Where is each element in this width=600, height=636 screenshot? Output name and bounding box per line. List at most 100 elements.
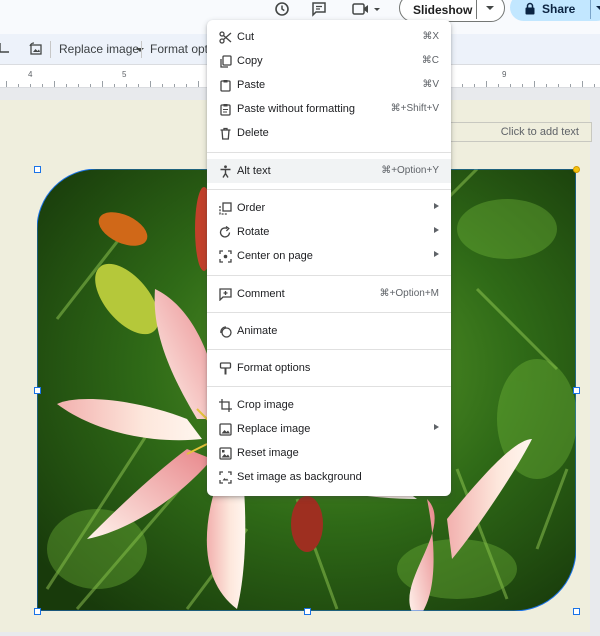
ruler-tick [474, 84, 475, 87]
ruler-tick [186, 84, 187, 87]
ruler-tick [498, 84, 499, 87]
menu-item-center-on-page[interactable]: Center on page [207, 244, 451, 268]
resize-handle-top-left[interactable] [34, 166, 41, 173]
ruler-tick [570, 84, 571, 87]
history-icon[interactable] [271, 0, 293, 18]
resize-handle-middle-right[interactable] [573, 387, 580, 394]
resize-handle-bottom-center[interactable] [304, 608, 311, 615]
ruler-tick [150, 81, 151, 87]
ruler-tick [558, 84, 559, 87]
menu-item-order[interactable]: Order [207, 196, 451, 220]
replace-image-button[interactable]: Replace image [59, 42, 139, 56]
menu-item-crop-image[interactable]: Crop image [207, 393, 451, 417]
menu-item-paste-without-formatting[interactable]: Paste without formatting ⌘+Shift+V [207, 97, 451, 121]
menu-item-shortcut: ⌘V [422, 79, 439, 90]
slideshow-button[interactable]: Slideshow [399, 0, 505, 22]
menu-item-set-image-as-background[interactable]: Set image as background [207, 465, 451, 489]
menu-item-label: Cut [237, 31, 255, 43]
menu-divider [207, 189, 451, 190]
ruler-tick [582, 81, 583, 87]
lock-icon [524, 2, 536, 18]
menu-item-delete[interactable]: Delete [207, 121, 451, 145]
crop-tool-icon[interactable] [0, 41, 10, 57]
resize-handle-bottom-left[interactable] [34, 608, 41, 615]
share-divider [590, 0, 591, 19]
clipboard-icon [218, 78, 232, 92]
ruler-tick [54, 81, 55, 87]
scissors-icon [218, 30, 232, 44]
ruler-tick [126, 84, 127, 87]
ruler-tick [138, 84, 139, 87]
menu-item-alt-text[interactable]: Alt text ⌘+Option+Y [207, 159, 451, 183]
submenu-arrow-icon [434, 203, 439, 209]
menu-item-replace-image[interactable]: Replace image [207, 417, 451, 441]
ruler-tick [102, 81, 103, 87]
menu-item-reset-image[interactable]: Reset image [207, 441, 451, 465]
background-image-icon [218, 470, 232, 484]
share-chevron-down-icon[interactable] [596, 6, 600, 10]
center-icon [218, 249, 232, 263]
ruler-tick [486, 81, 487, 87]
format-options-button[interactable]: Format opti [150, 42, 211, 56]
ruler-tick [462, 84, 463, 87]
menu-item-label: Comment [237, 288, 285, 300]
menu-item-shortcut: ⌘X [422, 31, 439, 42]
slideshow-divider [476, 0, 477, 19]
image-icon [218, 422, 232, 436]
menu-item-shortcut: ⌘+Option+Y [381, 165, 439, 176]
menu-item-comment[interactable]: Comment ⌘+Option+M [207, 282, 451, 306]
ruler-tick [534, 81, 535, 87]
ruler-tick [66, 84, 67, 87]
menu-item-animate[interactable]: Animate [207, 319, 451, 343]
accessibility-icon [218, 164, 232, 178]
ruler-tick [174, 84, 175, 87]
ruler-tick [522, 84, 523, 87]
ruler-label: 4 [28, 70, 33, 79]
ruler-tick [30, 84, 31, 87]
menu-item-label: Set image as background [237, 471, 362, 483]
reset-image-tool-icon[interactable] [28, 41, 44, 57]
replace-image-chevron-icon[interactable] [136, 48, 144, 52]
menu-divider [207, 152, 451, 153]
clipboard-text-icon [218, 102, 232, 116]
resize-handle-top-right[interactable] [573, 166, 580, 173]
menu-item-shortcut: ⌘C [421, 55, 439, 66]
video-call-icon[interactable] [348, 0, 384, 18]
menu-item-rotate[interactable]: Rotate [207, 220, 451, 244]
menu-item-label: Delete [237, 127, 269, 139]
trash-icon [218, 126, 232, 140]
toolbar-divider [50, 41, 51, 58]
ruler-tick [198, 81, 199, 87]
copy-icon [218, 54, 232, 68]
animate-icon [218, 324, 232, 338]
menu-item-label: Order [237, 202, 266, 214]
share-button[interactable]: Share [510, 0, 600, 21]
menu-item-label: Copy [237, 55, 263, 67]
ruler-tick [90, 84, 91, 87]
menu-divider [207, 349, 451, 350]
rotate-icon [218, 225, 232, 239]
resize-handle-bottom-right[interactable] [573, 608, 580, 615]
menu-item-label: Alt text [237, 165, 271, 177]
menu-item-label: Center on page [237, 250, 313, 262]
menu-item-copy[interactable]: Copy ⌘C [207, 49, 451, 73]
menu-item-label: Rotate [237, 226, 270, 238]
menu-item-shortcut: ⌘+Shift+V [390, 103, 439, 114]
menu-item-label: Replace image [237, 423, 311, 435]
add-comment-icon [218, 287, 232, 301]
chevron-down-icon[interactable] [486, 6, 494, 10]
order-icon [218, 201, 232, 215]
menu-divider [207, 386, 451, 387]
menu-item-cut[interactable]: Cut ⌘X [207, 25, 451, 49]
resize-handle-middle-left[interactable] [34, 387, 41, 394]
menu-item-paste[interactable]: Paste ⌘V [207, 73, 451, 97]
ruler-label: 9 [502, 70, 507, 79]
menu-item-label: Animate [237, 325, 278, 337]
submenu-arrow-icon [434, 424, 439, 430]
comments-icon[interactable] [308, 0, 330, 18]
placeholder-text: Click to add text [500, 126, 579, 138]
reset-image-icon [218, 446, 232, 460]
menu-item-format-options[interactable]: Format options [207, 356, 451, 380]
ruler-label: 5 [122, 70, 127, 79]
menu-item-label: Paste [237, 79, 266, 91]
